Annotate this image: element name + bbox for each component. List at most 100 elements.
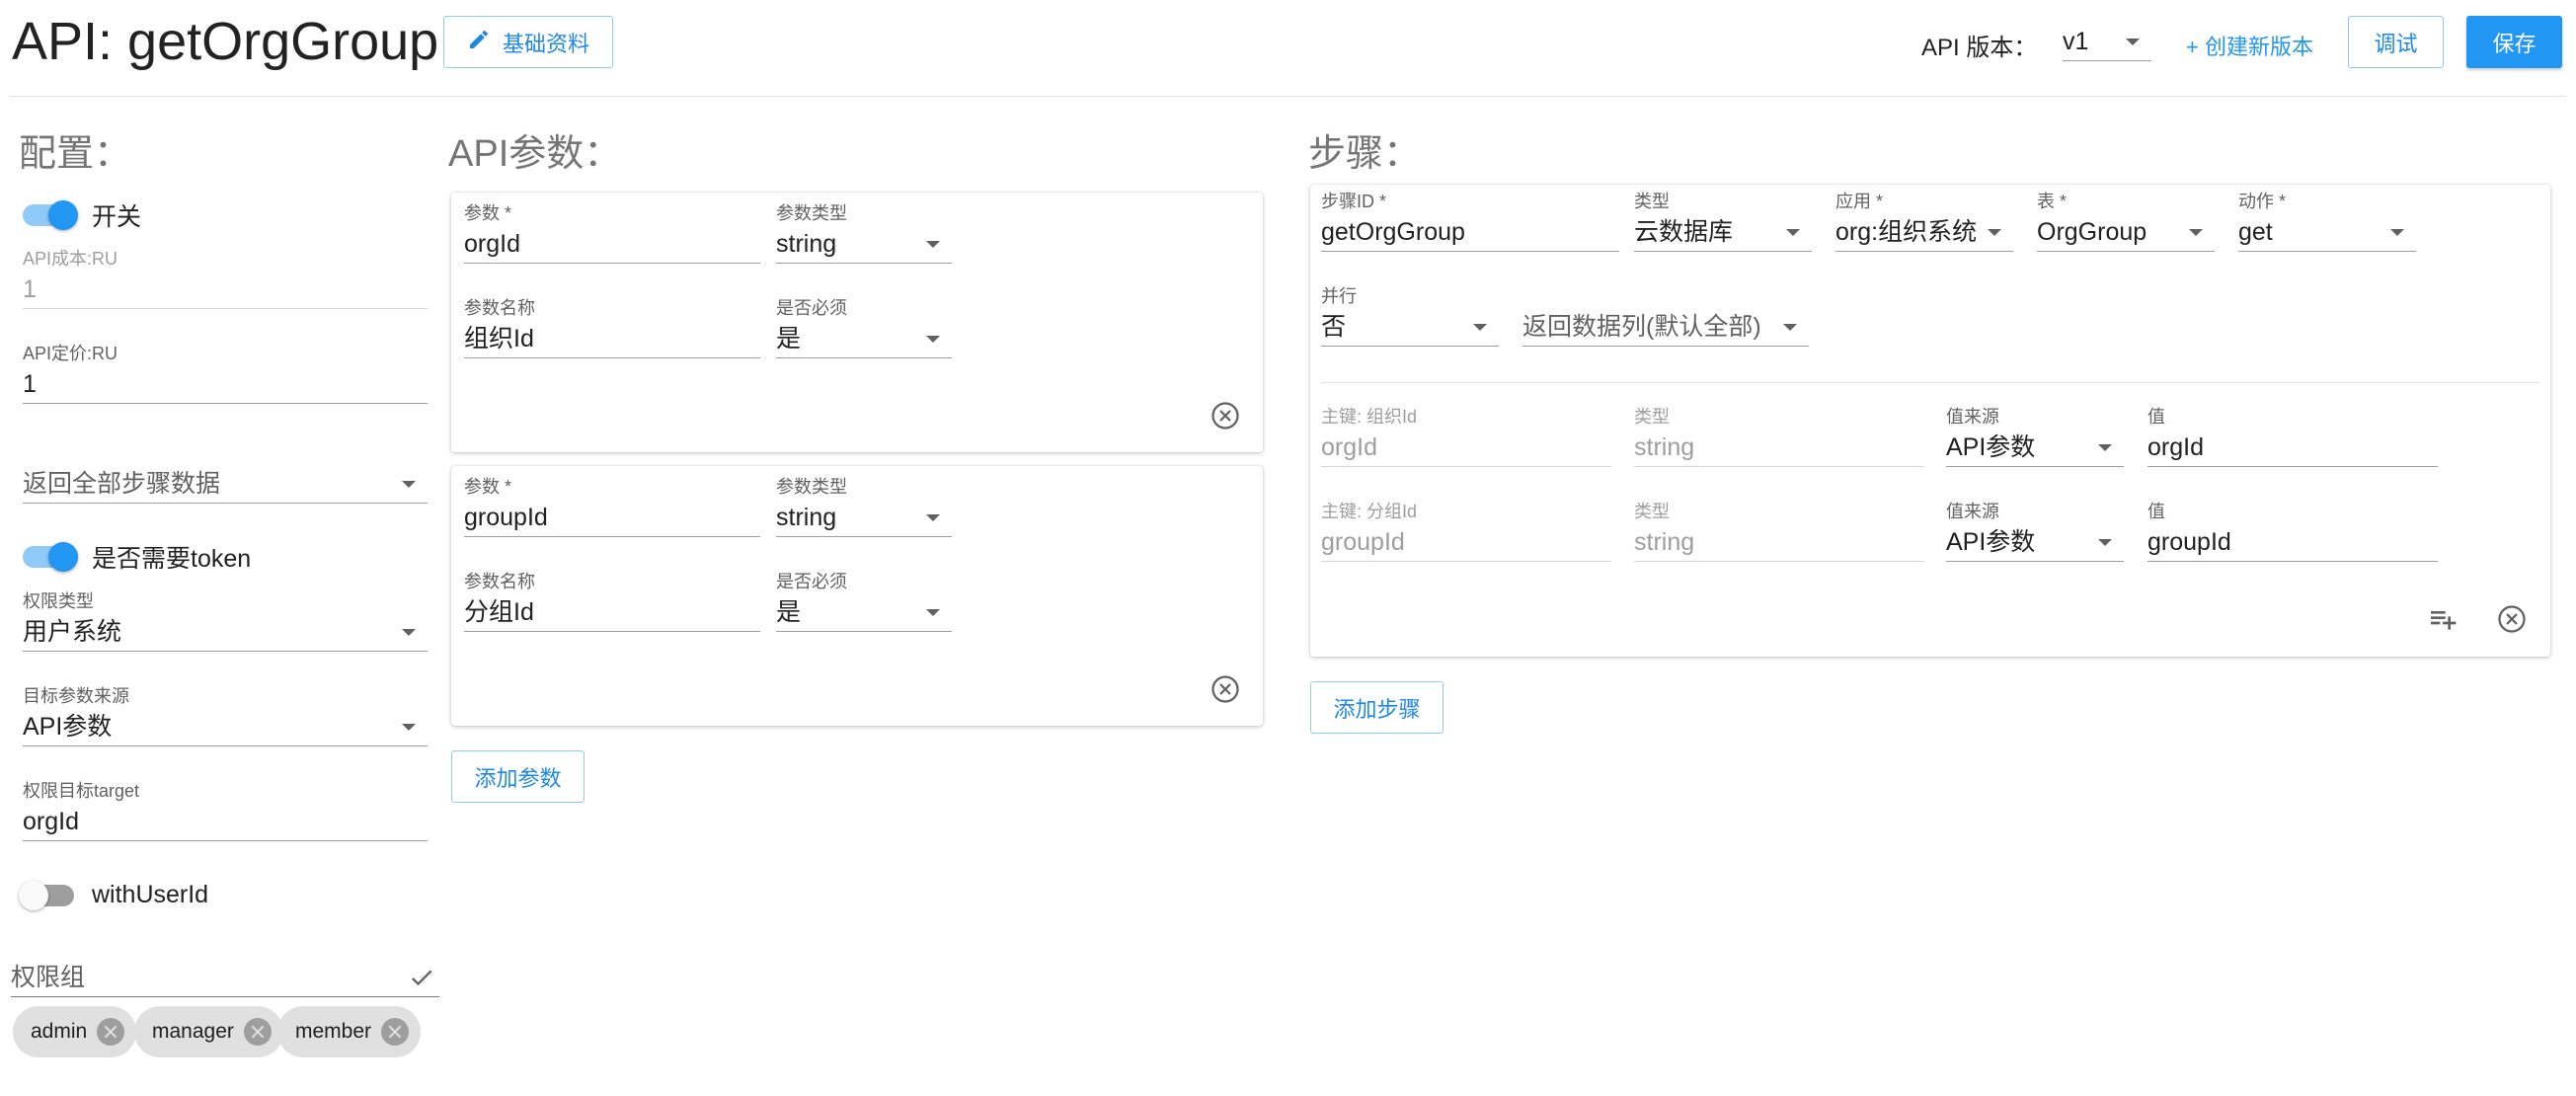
step-type-value: 云数据库 (1634, 218, 1734, 246)
chip-label: member (295, 1020, 372, 1043)
chevron-down-icon (402, 629, 416, 636)
chevron-down-icon (2098, 539, 2112, 546)
param-required-label: 是否必须 (776, 572, 847, 591)
perm-group-field[interactable]: 权限组 (11, 958, 439, 997)
perm-target-field[interactable]: 权限目标target orgId (23, 780, 428, 841)
key-source-select[interactable]: 值来源 API参数 (1946, 406, 2124, 467)
param-type-value: string (776, 504, 837, 531)
target-source-select[interactable]: 目标参数来源 API参数 (23, 685, 428, 746)
param-required-select[interactable]: 是否必须 是 (776, 571, 952, 632)
add-param-button[interactable]: 添加参数 (451, 750, 585, 803)
chevron-down-icon (926, 609, 940, 616)
perm-group-chip-manager[interactable]: manager (134, 1006, 283, 1057)
key-value-input[interactable]: orgId (2147, 428, 2438, 467)
param-type-label: 参数类型 (776, 203, 847, 223)
with-user-id-switch[interactable]: withUserId (19, 880, 208, 910)
remove-step-button[interactable] (2495, 604, 2529, 638)
version-label: API 版本： (1921, 35, 2038, 61)
param-type-select[interactable]: 参数类型 string (776, 476, 952, 537)
switch-thumb (19, 880, 48, 910)
step-id-label: 步骤ID * (1321, 192, 1387, 211)
switch-track (23, 542, 78, 572)
param-key-field[interactable]: 参数 * orgId (464, 202, 760, 264)
remove-param-button[interactable] (1209, 401, 1242, 434)
close-circle-icon (1210, 401, 1240, 435)
target-source-label: 目标参数来源 (23, 686, 129, 706)
switch-thumb (48, 200, 78, 230)
page-title: API: getOrgGroup (12, 12, 439, 71)
perm-group-chip-member[interactable]: member (277, 1006, 422, 1057)
step-table-value: OrgGroup (2037, 218, 2147, 246)
step-id-input[interactable]: getOrgGroup (1321, 212, 1619, 252)
perm-target-input[interactable]: orgId (23, 802, 428, 841)
param-type-label: 参数类型 (776, 477, 847, 497)
param-card: 参数 * groupId 参数类型 string 参数名称 分组Id 是否必须 … (451, 466, 1263, 726)
version-select[interactable]: v1 (2063, 22, 2151, 61)
chevron-down-icon (2189, 229, 2203, 236)
chevron-down-icon (1988, 229, 2001, 236)
close-icon[interactable] (381, 1018, 410, 1046)
api-price-field[interactable]: API定价:RU 1 (23, 343, 428, 404)
step-type-select[interactable]: 类型 云数据库 (1634, 191, 1812, 252)
key-value-input[interactable]: groupId (2147, 522, 2438, 562)
key-value: groupId (1321, 522, 1611, 562)
chevron-down-icon (2390, 229, 2404, 236)
pencil-icon (467, 28, 491, 57)
param-name-input[interactable]: 组织Id (464, 319, 760, 358)
param-type-select[interactable]: 参数类型 string (776, 202, 952, 264)
params-title: API参数： (448, 133, 622, 175)
chip-label: manager (152, 1020, 234, 1043)
param-key-label: 参数 * (464, 477, 512, 497)
basic-info-button[interactable]: 基础资料 (443, 16, 613, 68)
key-type-value: string (1634, 522, 1924, 562)
check-icon[interactable] (408, 964, 435, 996)
return-mode-select[interactable]: 返回全部步骤数据 (23, 464, 428, 504)
perm-type-select[interactable]: 权限类型 用户系统 (23, 590, 428, 652)
key-value-field[interactable]: 值 orgId (2147, 406, 2438, 467)
add-step-label: 添加步骤 (1333, 696, 1421, 722)
return-cols-select[interactable]: 返回数据列(默认全部) (1522, 307, 1809, 347)
param-key-field[interactable]: 参数 * groupId (464, 476, 760, 537)
perm-type-value: 用户系统 (23, 618, 122, 646)
close-icon[interactable] (97, 1018, 125, 1046)
add-key-button[interactable] (2426, 604, 2459, 638)
param-name-input[interactable]: 分组Id (464, 592, 760, 632)
param-required-select[interactable]: 是否必须 是 (776, 297, 952, 358)
key-label: 主键: 分组Id (1321, 502, 1418, 521)
step-action-select[interactable]: 动作 * get (2238, 191, 2416, 252)
step-app-select[interactable]: 应用 * org:组织系统 (1835, 191, 2013, 252)
key-value: orgId (1321, 428, 1611, 467)
step-parallel-select[interactable]: 并行 否 (1321, 285, 1499, 347)
chip-label: admin (31, 1020, 88, 1043)
close-icon[interactable] (243, 1018, 272, 1046)
param-name-field[interactable]: 参数名称 分组Id (464, 571, 760, 632)
param-card: 参数 * orgId 参数类型 string 参数名称 组织Id 是否必须 是 (451, 193, 1263, 452)
param-required-value: 是 (776, 598, 802, 626)
key-source-select[interactable]: 值来源 API参数 (1946, 501, 2124, 562)
key-type-label: 类型 (1634, 502, 1670, 521)
param-key-label: 参数 * (464, 203, 512, 223)
step-table-label: 表 * (2037, 192, 2068, 211)
param-key-input[interactable]: groupId (464, 498, 760, 537)
key-value-field[interactable]: 值 groupId (2147, 501, 2438, 562)
step-app-value: org:组织系统 (1835, 218, 1978, 246)
key-value-label: 值 (2147, 502, 2165, 521)
param-name-field[interactable]: 参数名称 组织Id (464, 297, 760, 358)
enable-switch[interactable]: 开关 (23, 197, 141, 233)
api-price-input[interactable]: 1 (23, 364, 428, 404)
debug-button[interactable]: 调试 (2348, 16, 2444, 68)
add-step-button[interactable]: 添加步骤 (1310, 681, 1444, 734)
save-button[interactable]: 保存 (2466, 16, 2562, 68)
config-title: 配置： (19, 133, 132, 175)
step-table-select[interactable]: 表 * OrgGroup (2037, 191, 2215, 252)
create-version-link[interactable]: + 创建新版本 (2186, 30, 2313, 61)
step-parallel-label: 并行 (1321, 286, 1357, 306)
return-mode-value: 返回全部步骤数据 (23, 470, 221, 498)
step-id-field[interactable]: 步骤ID * getOrgGroup (1321, 191, 1619, 252)
need-token-switch[interactable]: 是否需要token (23, 539, 251, 575)
key-type-label: 类型 (1634, 407, 1670, 427)
perm-group-chip-admin[interactable]: admin (13, 1006, 137, 1057)
debug-label: 调试 (2374, 31, 2418, 56)
remove-param-button[interactable] (1209, 674, 1242, 708)
param-key-input[interactable]: orgId (464, 224, 760, 264)
